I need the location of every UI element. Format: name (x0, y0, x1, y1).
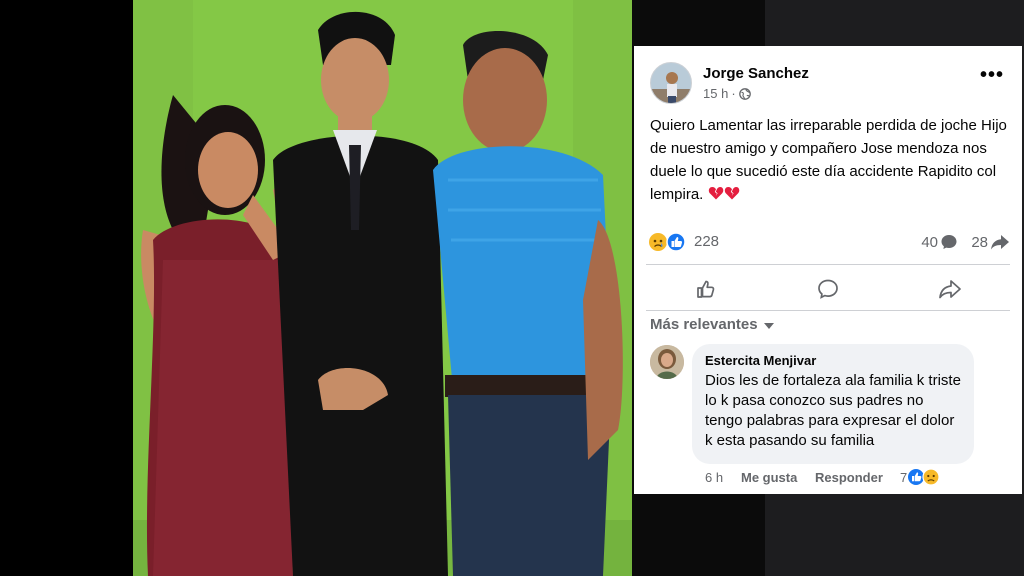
share-arrow-icon (991, 235, 1009, 250)
sad-reaction-icon (649, 233, 667, 251)
sad-reaction-icon-small (922, 468, 940, 486)
broken-heart-icon (708, 187, 723, 200)
comments-summary[interactable]: 40 (921, 233, 958, 251)
meta-separator: · (731, 86, 736, 101)
comment-reaction-icons (908, 468, 940, 486)
comment-bubble-icon (941, 235, 957, 249)
thumbs-up-icon (697, 280, 715, 298)
commenter-name[interactable]: Estercita Menjivar (705, 353, 816, 368)
divider-bottom (646, 310, 1010, 311)
post-text: Quiero Lamentar las irreparable perdida … (650, 114, 1010, 206)
post-meta: 15 h · (703, 86, 751, 101)
avatar-image (651, 63, 691, 103)
post-time[interactable]: 15 h (703, 86, 728, 101)
comment-sort-label: Más relevantes (650, 316, 758, 333)
like-reaction-icon (666, 232, 686, 252)
post-photo[interactable] (133, 0, 632, 576)
reactions-count[interactable]: 228 (694, 233, 719, 250)
share-button[interactable] (890, 272, 1010, 306)
comment-reaction-count: 7 (900, 469, 908, 485)
comment-sort-dropdown[interactable]: Más relevantes (650, 316, 774, 333)
post-stats: 228 40 28 (648, 231, 1010, 253)
comment-reply-button[interactable]: Responder (815, 470, 883, 485)
commenter-avatar[interactable] (650, 345, 684, 379)
author-avatar[interactable] (650, 62, 692, 104)
commenter-avatar-image (650, 345, 684, 379)
divider-top (646, 264, 1010, 265)
comment-button[interactable] (768, 272, 888, 306)
post-actions (646, 272, 1010, 306)
shares-summary[interactable]: 28 (971, 233, 1010, 251)
comment-like-button[interactable]: Me gusta (741, 470, 797, 485)
comment-time[interactable]: 6 h (705, 470, 723, 485)
post-body: Quiero Lamentar las irreparable perdida … (650, 117, 1007, 203)
chevron-down-icon (763, 322, 774, 329)
comment-bubble: Estercita Menjivar Dios les de fortaleza… (692, 344, 974, 464)
comments-count: 40 (921, 233, 938, 251)
reaction-icons[interactable] (648, 232, 688, 252)
family-photo-illustration (133, 0, 632, 576)
share-icon (939, 280, 961, 299)
shares-count: 28 (971, 233, 988, 251)
comment-text: Dios les de fortaleza ala familia k tris… (705, 372, 961, 449)
facebook-post-card: Jorge Sanchez 15 h · ••• Quiero Lamentar… (634, 46, 1022, 494)
like-reaction-icon-small (908, 469, 925, 485)
author-name[interactable]: Jorge Sanchez (703, 65, 809, 82)
comment-reactions[interactable]: 7 (900, 468, 941, 486)
like-button[interactable] (646, 272, 766, 306)
comment-icon (818, 279, 838, 299)
post-header: Jorge Sanchez 15 h · ••• (650, 62, 1008, 104)
globe-icon (738, 87, 751, 100)
more-options-icon[interactable]: ••• (980, 65, 1004, 85)
broken-heart-icon-2 (724, 187, 739, 200)
